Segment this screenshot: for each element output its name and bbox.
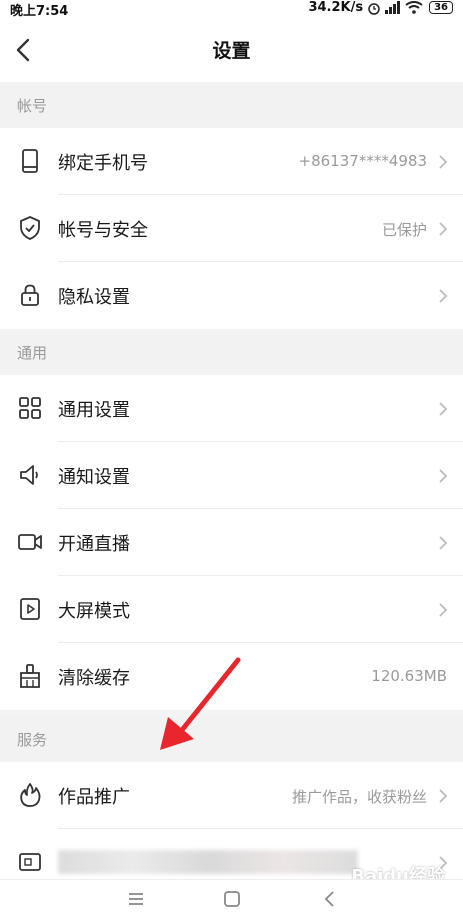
chevron-right-icon [439, 603, 448, 617]
settings-row-general[interactable]: 通用设置 [0, 375, 463, 442]
back-icon[interactable] [318, 888, 342, 910]
settings-row-promotion[interactable]: 作品推广 推广作品，收获粉丝 [0, 762, 463, 829]
flame-icon [20, 783, 41, 807]
row-value: 已保护 [381, 221, 427, 239]
row-label: 通知设置 [58, 467, 130, 488]
chevron-right-icon [439, 789, 448, 803]
row-value: +86137****4983 [298, 152, 427, 170]
video-camera-icon [18, 534, 42, 550]
chevron-right-icon [439, 469, 448, 483]
speaker-icon [20, 465, 38, 485]
row-label: 隐私设置 [58, 287, 130, 308]
phone-icon [22, 149, 38, 173]
home-icon[interactable] [220, 888, 244, 910]
chevron-right-icon [439, 155, 448, 169]
system-nav-bar [0, 879, 463, 918]
grid-icon [19, 397, 41, 419]
row-value: 推广作品，收获粉丝 [291, 788, 427, 806]
chevron-right-icon [439, 222, 448, 236]
row-label: 通用设置 [58, 400, 130, 421]
section-label: 服务 [17, 731, 48, 749]
chevron-right-icon [439, 536, 448, 550]
chevron-right-icon [439, 402, 448, 416]
menu-icon[interactable] [124, 888, 148, 910]
wifi-icon [405, 1, 423, 14]
row-label: 作品推广 [58, 787, 130, 808]
row-label: 开通直播 [58, 534, 130, 555]
row-value: 120.63MB [371, 667, 447, 685]
broom-icon [20, 664, 40, 688]
settings-row-privacy[interactable]: 隐私设置 [0, 262, 463, 329]
battery-indicator: 36 [429, 1, 453, 14]
chevron-right-icon [439, 289, 448, 303]
status-indicators: 34.2K/s 36 [308, 0, 453, 15]
row-label: 绑定手机号 [58, 153, 148, 174]
blurred-content [58, 850, 358, 874]
network-speed: 34.2K/s [308, 0, 364, 15]
section-label: 通用 [17, 344, 48, 362]
section-header-account: 帐号 [0, 82, 463, 128]
shield-icon [20, 216, 40, 240]
section-label: 帐号 [17, 97, 48, 115]
settings-row-account-security[interactable]: 帐号与安全 已保护 [0, 195, 463, 262]
lock-icon [21, 284, 39, 306]
card-icon [19, 853, 41, 871]
row-label: 帐号与安全 [58, 220, 148, 241]
status-time: 晚上7:54 [10, 4, 69, 19]
status-bar: 晚上7:54 34.2K/s 36 [0, 0, 463, 19]
settings-row-live-stream[interactable]: 开通直播 [0, 509, 463, 576]
settings-row-bind-phone[interactable]: 绑定手机号 +86137****4983 [0, 128, 463, 195]
play-screen-icon [20, 598, 40, 620]
annotation-arrow-icon [160, 657, 241, 750]
settings-row-large-screen[interactable]: 大屏模式 [0, 576, 463, 643]
row-label: 清除缓存 [58, 668, 130, 689]
settings-row-notifications[interactable]: 通知设置 [0, 442, 463, 509]
row-label: 大屏模式 [58, 601, 130, 622]
alarm-icon [368, 2, 380, 15]
signal-icon [385, 1, 401, 14]
page-title: 设置 [212, 40, 251, 62]
header-bar: 设置 [0, 18, 463, 82]
section-header-general: 通用 [0, 329, 463, 375]
